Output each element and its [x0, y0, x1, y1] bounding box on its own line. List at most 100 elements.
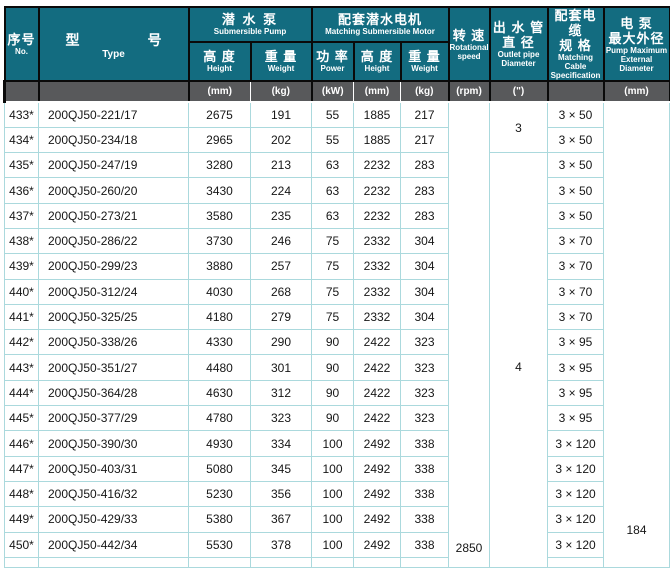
table-row: 443*200QJ50-351/2744803019024223233 × 95	[5, 355, 670, 380]
unit-motor-height: (mm)	[354, 81, 401, 102]
cell-motor-height: 2492	[354, 481, 401, 506]
col-header-no-en: No.	[6, 47, 38, 56]
cell-no: 435*	[5, 153, 39, 178]
cell-pump-height: 3280	[189, 153, 251, 178]
unit-outlet: (")	[490, 81, 548, 102]
cell-power: 90	[312, 406, 354, 431]
cell-power: 100	[312, 532, 354, 557]
power-zh: 功 率	[313, 49, 353, 64]
cell-type: 200QJ50-377/29	[39, 406, 189, 431]
cell-pump-weight: 257	[251, 254, 312, 279]
col-header-dia-zh2: 最大外径	[605, 31, 669, 46]
cell-motor-weight: 323	[401, 330, 449, 355]
cell-pump-height: 4480	[189, 355, 251, 380]
sub-header-pump-height: 高 度 Height	[189, 42, 251, 81]
table-row: 445*200QJ50-377/2947803239024223233 × 95	[5, 406, 670, 431]
table-row: 439*200QJ50-299/2338802577523323043 × 70	[5, 254, 670, 279]
table-row: 441*200QJ50-325/2541802797523323043 × 70	[5, 304, 670, 329]
sub-header-power: 功 率 Power	[312, 42, 354, 81]
cell-motor-height: 2232	[354, 178, 401, 203]
cell-pump-height: 4180	[189, 304, 251, 329]
cell-power: 63	[312, 178, 354, 203]
cell-pump-height: 3730	[189, 228, 251, 253]
col-header-no-zh: 序号	[6, 32, 38, 47]
table-row: 437*200QJ50-273/2135802356322322833 × 50	[5, 203, 670, 228]
cell-no: 440*	[5, 279, 39, 304]
unit-max-diameter: (mm)	[604, 81, 670, 102]
motor-height-en: Height	[355, 64, 400, 73]
cell-cable	[548, 557, 604, 567]
cell-cable: 3 × 120	[548, 431, 604, 456]
cell-power: 90	[312, 330, 354, 355]
table-row: 440*200QJ50-312/2440302687523323043 × 70	[5, 279, 670, 304]
cell-power: 63	[312, 153, 354, 178]
cell-no: 449*	[5, 507, 39, 532]
col-header-outlet-zh1: 出 水 管	[491, 20, 547, 35]
cell-cable: 3 × 95	[548, 355, 604, 380]
col-header-max-diameter: 电 泵 最大外径 Pump Maximum External Diameter	[604, 7, 670, 81]
cell-cable: 3 × 95	[548, 330, 604, 355]
cell-power: 75	[312, 254, 354, 279]
cell-no: 446*	[5, 431, 39, 456]
cell-motor-height: 2232	[354, 153, 401, 178]
cell-pump-height: 2675	[189, 102, 251, 127]
cell-cable: 3 × 70	[548, 228, 604, 253]
cell-motor-weight: 323	[401, 406, 449, 431]
cell-cable: 3 × 120	[548, 481, 604, 506]
cell-motor-weight: 338	[401, 481, 449, 506]
motor-height-zh: 高 度	[355, 49, 400, 64]
group-pump-en: Submersible Pump	[190, 27, 311, 36]
cell-type	[39, 557, 189, 567]
cell-type: 200QJ50-338/26	[39, 330, 189, 355]
cell-power: 100	[312, 481, 354, 506]
col-header-dia-en2: External Diameter	[605, 55, 669, 73]
group-pump-zh: 潜 水 泵	[190, 12, 311, 27]
cell-pump-weight: 301	[251, 355, 312, 380]
cell-type: 200QJ50-390/30	[39, 431, 189, 456]
cell-cable: 3 × 50	[548, 203, 604, 228]
cell-motor-weight: 338	[401, 507, 449, 532]
col-header-type-zh: 型 号	[40, 30, 188, 50]
group-motor-en: Matching Submersible Motor	[313, 27, 448, 36]
cell-no: 438*	[5, 228, 39, 253]
cell-cable: 3 × 50	[548, 153, 604, 178]
cell-cable: 3 × 70	[548, 304, 604, 329]
cell-motor-weight: 338	[401, 456, 449, 481]
cell-pump-height: 3580	[189, 203, 251, 228]
cell-motor-height: 2232	[354, 203, 401, 228]
cell-motor-weight: 338	[401, 532, 449, 557]
cell-pump-weight: 323	[251, 406, 312, 431]
col-header-cable-en2: Specification	[549, 71, 603, 80]
table-row: 444*200QJ50-364/2846303129024223233 × 95	[5, 380, 670, 405]
cell-pump-weight: 202	[251, 127, 312, 152]
cell-cable: 3 × 70	[548, 254, 604, 279]
cell-max-external-diameter: 184	[604, 102, 670, 567]
cell-motor-height: 1885	[354, 102, 401, 127]
cell-pump-height: 4030	[189, 279, 251, 304]
unit-no	[5, 81, 39, 102]
cell-motor-weight: 304	[401, 279, 449, 304]
cell-pump-weight: 246	[251, 228, 312, 253]
col-header-speed: 转 速 Rotational speed	[449, 7, 490, 81]
table-row: 448*200QJ50-416/32523035610024923383 × 1…	[5, 481, 670, 506]
table-row: 442*200QJ50-338/2643302909024223233 × 95	[5, 330, 670, 355]
cell-cable: 3 × 50	[548, 127, 604, 152]
unit-type	[39, 81, 189, 102]
unit-power: (kW)	[312, 81, 354, 102]
cell-cable: 3 × 120	[548, 532, 604, 557]
cell-motor-height: 2422	[354, 330, 401, 355]
cell-power: 75	[312, 279, 354, 304]
cell-cable: 3 × 95	[548, 380, 604, 405]
cell-pump-height: 5380	[189, 507, 251, 532]
table-row: 438*200QJ50-286/2237302467523323043 × 70	[5, 228, 670, 253]
cell-type: 200QJ50-403/31	[39, 456, 189, 481]
cell-no: 434*	[5, 127, 39, 152]
sub-header-motor-height: 高 度 Height	[354, 42, 401, 81]
cell-power: 63	[312, 203, 354, 228]
cell-pump-height: 3880	[189, 254, 251, 279]
unit-cable	[548, 81, 604, 102]
cell-motor-height: 2492	[354, 456, 401, 481]
col-header-type: 型 号 Type	[39, 7, 189, 81]
col-header-cable: 配套电缆 规 格 Matching Cable Specification	[548, 7, 604, 81]
unit-pump-weight: (kg)	[251, 81, 312, 102]
